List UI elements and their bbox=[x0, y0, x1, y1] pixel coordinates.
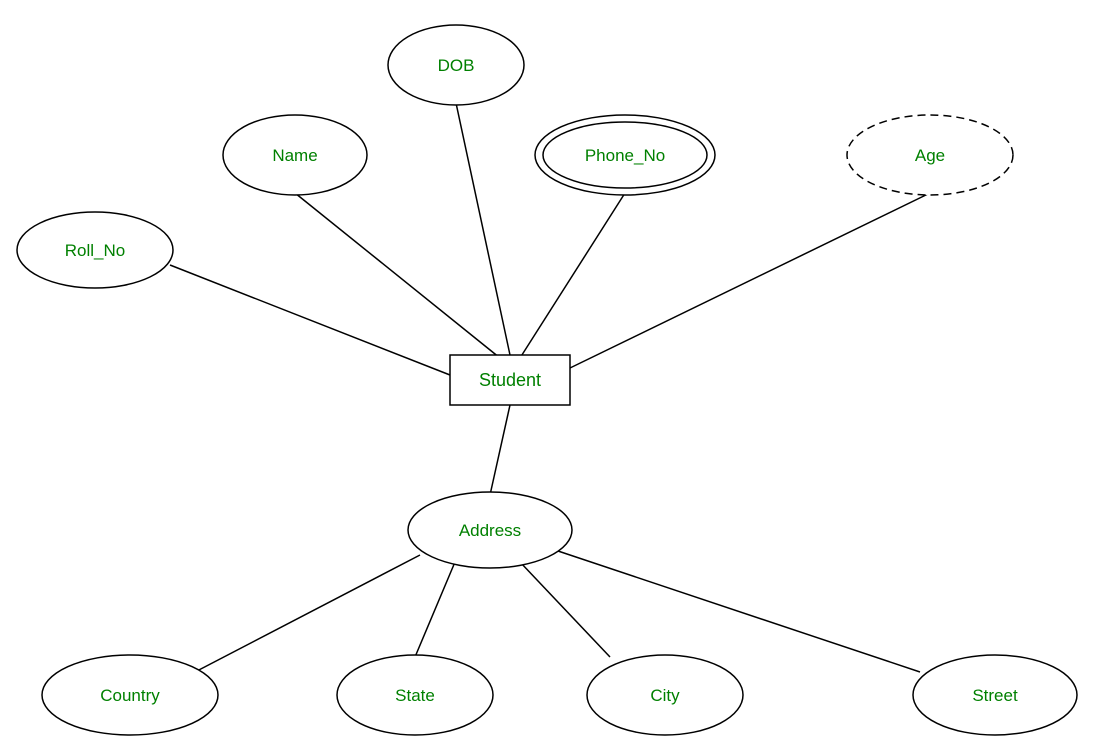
attr-dob-label: DOB bbox=[438, 56, 475, 75]
line-student-phone bbox=[520, 193, 625, 358]
line-student-age bbox=[570, 193, 930, 368]
attr-state-label: State bbox=[395, 686, 435, 705]
line-student-name bbox=[295, 193, 500, 358]
line-address-state bbox=[415, 562, 455, 657]
attr-city-label: City bbox=[650, 686, 680, 705]
line-address-city bbox=[520, 562, 610, 657]
line-student-dob bbox=[456, 103, 510, 355]
entity-address-label: Address bbox=[459, 521, 521, 540]
er-diagram: Student DOB Name Phone_No Age Roll_No Ad… bbox=[0, 0, 1112, 753]
attr-name-label: Name bbox=[272, 146, 317, 165]
line-student-rollno bbox=[170, 265, 450, 375]
line-address-street bbox=[555, 550, 920, 672]
line-student-address bbox=[490, 405, 510, 495]
attr-age-label: Age bbox=[915, 146, 945, 165]
line-address-country bbox=[195, 555, 420, 672]
attr-rollno-label: Roll_No bbox=[65, 241, 125, 260]
attr-street-label: Street bbox=[972, 686, 1018, 705]
attr-country-label: Country bbox=[100, 686, 160, 705]
entity-student-label: Student bbox=[479, 370, 541, 390]
attr-phone-label: Phone_No bbox=[585, 146, 665, 165]
